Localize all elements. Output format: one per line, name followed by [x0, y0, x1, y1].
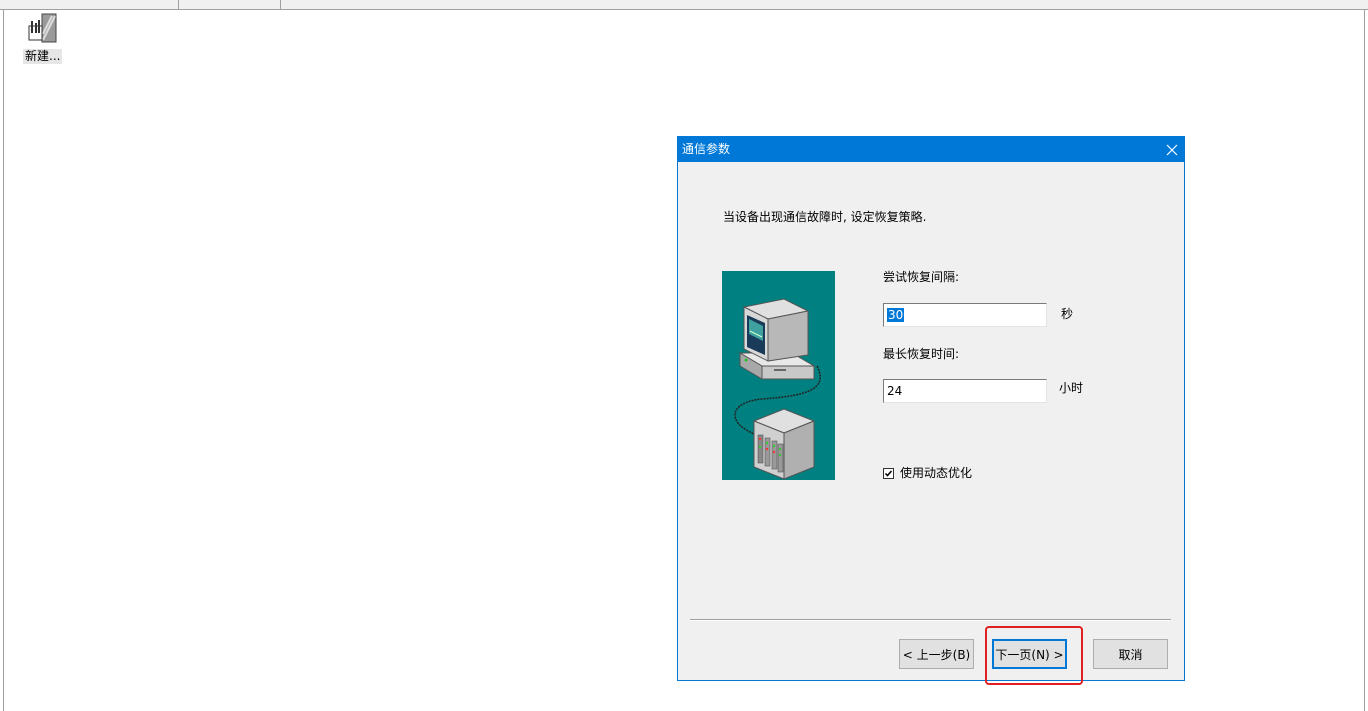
communication-params-dialog: 通信参数 当设备出现通信故障时, 设定恢复策略. 尝试恢复间隔: 30 秒 最长… — [677, 136, 1185, 681]
max-recovery-unit: 小时 — [1059, 381, 1084, 395]
highlight-annotation — [985, 626, 1083, 685]
new-project-icon — [26, 12, 58, 44]
max-recovery-label: 最长恢复时间: — [883, 347, 960, 361]
menu-separator — [280, 0, 281, 9]
close-icon[interactable] — [1160, 137, 1184, 162]
menu-separator — [178, 0, 179, 9]
workspace-left-border — [3, 10, 4, 711]
workspace-right-border — [1364, 10, 1365, 711]
pc-plc-illustration — [722, 271, 835, 480]
dynamic-optimization-checkbox[interactable] — [883, 468, 894, 479]
new-project-shortcut[interactable]: 新建... — [20, 12, 64, 66]
dialog-divider — [690, 619, 1171, 621]
dialog-title: 通信参数 — [682, 142, 731, 156]
checkmark-icon — [884, 470, 893, 477]
max-recovery-value: 24 — [887, 384, 903, 398]
dialog-title-bar[interactable]: 通信参数 — [678, 137, 1184, 162]
cancel-button[interactable]: 取消 — [1093, 639, 1168, 669]
back-button[interactable]: < 上一步(B) — [899, 639, 974, 669]
retry-interval-label: 尝试恢复间隔: — [883, 270, 960, 284]
retry-interval-value: 30 — [887, 308, 905, 322]
retry-interval-unit: 秒 — [1061, 307, 1074, 321]
dialog-prompt: 当设备出现通信故障时, 设定恢复策略. — [723, 210, 927, 224]
dynamic-optimization-label[interactable]: 使用动态优化 — [900, 466, 972, 481]
retry-interval-input[interactable]: 30 — [883, 303, 1047, 327]
new-project-label: 新建... — [23, 49, 63, 64]
max-recovery-input[interactable]: 24 — [883, 379, 1047, 403]
menu-bar-strip — [0, 0, 1368, 10]
